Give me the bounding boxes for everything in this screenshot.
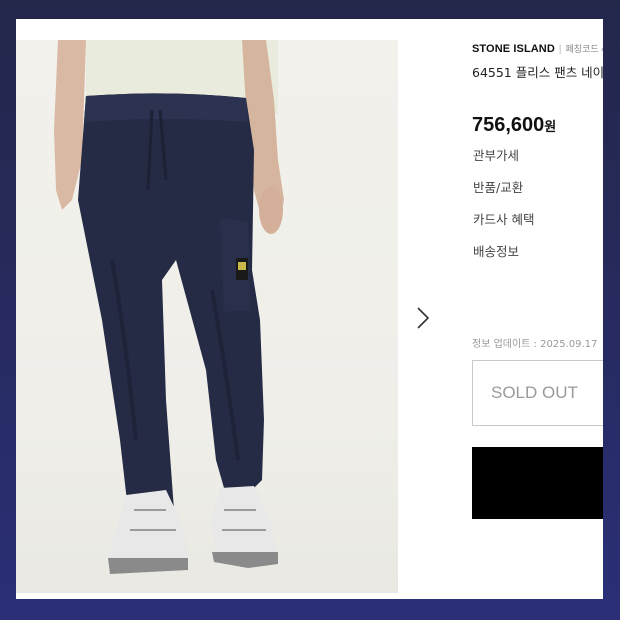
separator: | <box>558 44 562 55</box>
shipping-info-link[interactable]: 배송정보 <box>473 241 519 260</box>
chevron-right-icon[interactable] <box>414 305 432 331</box>
customs-duty-link[interactable]: 관부가세 <box>473 145 519 164</box>
update-date: 정보 업데이트 : 2025.09.17 <box>472 339 598 350</box>
product-title: 64551 플리스 팬츠 네이 <box>472 65 603 80</box>
price-value: 756,600 <box>472 114 545 136</box>
product-photo <box>54 40 284 574</box>
return-exchange-link[interactable]: 반품/교환 <box>473 177 523 196</box>
price-unit: 원 <box>544 119 557 134</box>
purchase-button[interactable] <box>472 447 603 519</box>
brand-row: STONE ISLAND | 페칭코드 4 <box>472 39 603 57</box>
product-image[interactable] <box>16 40 398 593</box>
product-info: STONE ISLAND | 페칭코드 4 64551 플리스 팬츠 네이 756,… <box>472 19 603 599</box>
product-page: STONE ISLAND | 페칭코드 4 64551 플리스 팬츠 네이 756,… <box>16 19 603 599</box>
brand-name[interactable]: STONE ISLAND <box>472 43 555 55</box>
price: 756,600원 <box>472 114 556 137</box>
fetching-code-label: 페칭코드 4 <box>565 44 603 54</box>
sold-out-button[interactable]: SOLD OUT <box>472 360 603 426</box>
card-benefit-link[interactable]: 카드사 혜택 <box>473 209 534 228</box>
